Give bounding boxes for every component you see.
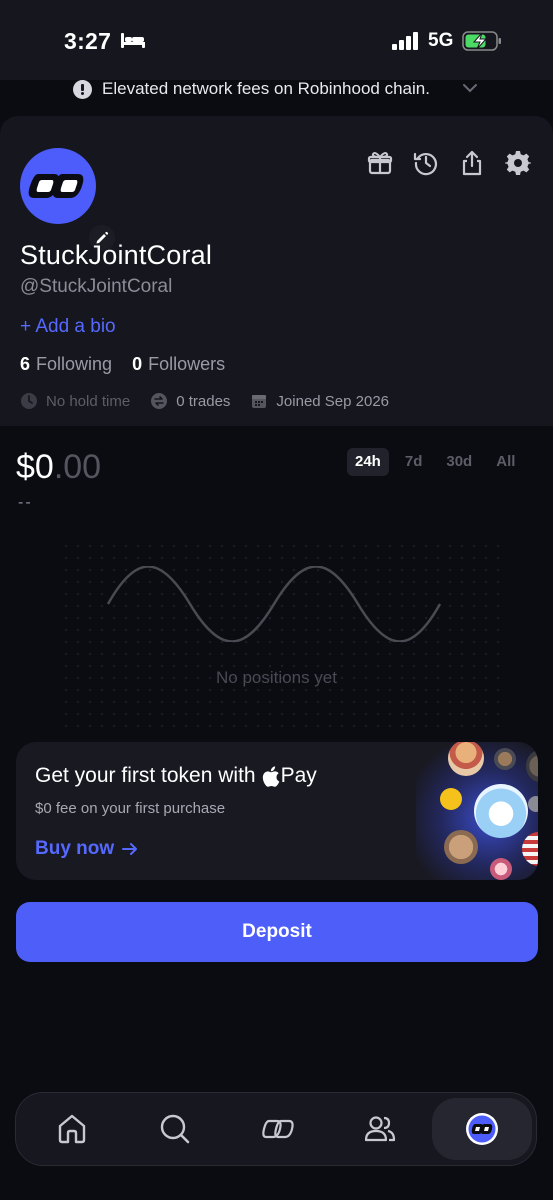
robinhood-logo-icon: [28, 174, 84, 198]
token-icon-dog-hat: [448, 742, 484, 776]
token-icon-doge: [444, 830, 478, 864]
trades-stat: 0 trades: [150, 392, 230, 410]
clock-icon: [21, 393, 37, 409]
tab-7d[interactable]: 7d: [397, 448, 431, 476]
nav-trade[interactable]: [226, 1093, 330, 1165]
nav-search[interactable]: [123, 1093, 227, 1165]
network-label: 5G: [428, 30, 454, 51]
follow-stats: 6 Following 0 Followers: [20, 354, 225, 375]
nav-home[interactable]: [20, 1093, 124, 1165]
following-label: Following: [36, 354, 113, 374]
home-icon: [58, 1114, 86, 1144]
tab-24h[interactable]: 24h: [347, 448, 389, 476]
balance-change: --: [18, 494, 33, 511]
portfolio-balance: $0.00: [16, 448, 101, 487]
promo-title-text: Get your first token with: [35, 764, 256, 787]
balance-dollars: $0: [16, 448, 54, 486]
deposit-button[interactable]: Deposit: [16, 902, 538, 962]
hold-time-stat: No hold time: [20, 392, 130, 410]
token-icon-flag-doge: [522, 832, 538, 866]
buy-now-label: Buy now: [35, 838, 115, 859]
tab-30d[interactable]: 30d: [438, 448, 480, 476]
profile-actions: [367, 150, 531, 176]
nav-social[interactable]: [328, 1093, 432, 1165]
token-icon-smiley: [440, 788, 462, 810]
nav-profile[interactable]: [430, 1093, 534, 1165]
followers-count: 0: [132, 354, 143, 374]
token-icon-pink: [490, 858, 512, 880]
token-icon-penguin: [474, 784, 528, 838]
signal-icon: [392, 32, 418, 50]
battery-charging-icon: [462, 31, 501, 51]
joined-text: Joined Sep 2026: [276, 392, 390, 410]
share-icon[interactable]: [459, 150, 485, 176]
gear-icon[interactable]: [505, 150, 531, 176]
search-icon: [160, 1114, 190, 1144]
profile-meta: No hold time 0 trades Joined Sep 2026: [20, 392, 389, 410]
empty-chart-wave: [106, 566, 442, 642]
token-icon-monkey: [526, 750, 538, 782]
following-stat[interactable]: 6 Following: [20, 354, 112, 375]
gift-icon[interactable]: [367, 150, 393, 176]
promo-title: Get your first token with Pay: [35, 764, 317, 788]
sleep-focus-icon: [121, 33, 145, 48]
following-count: 6: [20, 354, 31, 374]
empty-state-text: No positions yet: [216, 668, 337, 687]
exclamation-icon: [73, 80, 92, 99]
calendar-icon: [252, 395, 267, 408]
apple-logo-icon: [262, 765, 279, 787]
followers-label: Followers: [148, 354, 226, 374]
alert-text: Elevated network fees on Robinhood chain…: [102, 79, 430, 98]
token-icon-cat: [494, 748, 516, 770]
swap-icon: [151, 393, 168, 409]
display-name: StuckJointCoral: [20, 240, 213, 270]
history-icon[interactable]: [413, 150, 439, 176]
network-fee-alert[interactable]: Elevated network fees on Robinhood chain…: [0, 70, 553, 110]
people-icon: [364, 1116, 396, 1142]
avatar[interactable]: [20, 148, 118, 254]
apple-pay-mark: Pay: [262, 764, 317, 788]
hold-time-text: No hold time: [46, 392, 131, 410]
buy-now-link[interactable]: Buy now: [35, 838, 138, 860]
trades-text: 0 trades: [176, 392, 231, 410]
robinhood-logo-icon: [262, 1119, 294, 1139]
apple-pay-promo-card[interactable]: Get your first token with Pay $0 fee on …: [16, 742, 538, 880]
arrow-right-icon: [122, 843, 138, 855]
token-collage: [416, 742, 538, 880]
chevron-down-icon[interactable]: [462, 82, 478, 94]
joined-stat: Joined Sep 2026: [250, 392, 389, 410]
time-range-tabs: 24h 7d 30d All: [347, 448, 523, 476]
balance-cents: .00: [53, 448, 102, 486]
profile-avatar-icon: [466, 1113, 498, 1145]
username-handle: @StuckJointCoral: [20, 276, 173, 297]
bottom-nav: [15, 1092, 537, 1166]
profile-card: StuckJointCoral @StuckJointCoral + Add a…: [0, 116, 553, 426]
status-bar: 3:27 5G: [0, 0, 553, 80]
status-time: 3:27: [64, 28, 112, 54]
promo-subtitle: $0 fee on your first purchase: [35, 800, 226, 817]
token-icon-small: [528, 796, 538, 812]
followers-stat[interactable]: 0 Followers: [132, 354, 225, 375]
add-bio-link[interactable]: + Add a bio: [20, 316, 116, 338]
apple-pay-label: Pay: [280, 764, 317, 787]
active-tab-highlight: [432, 1098, 532, 1160]
tab-all[interactable]: All: [488, 448, 523, 476]
